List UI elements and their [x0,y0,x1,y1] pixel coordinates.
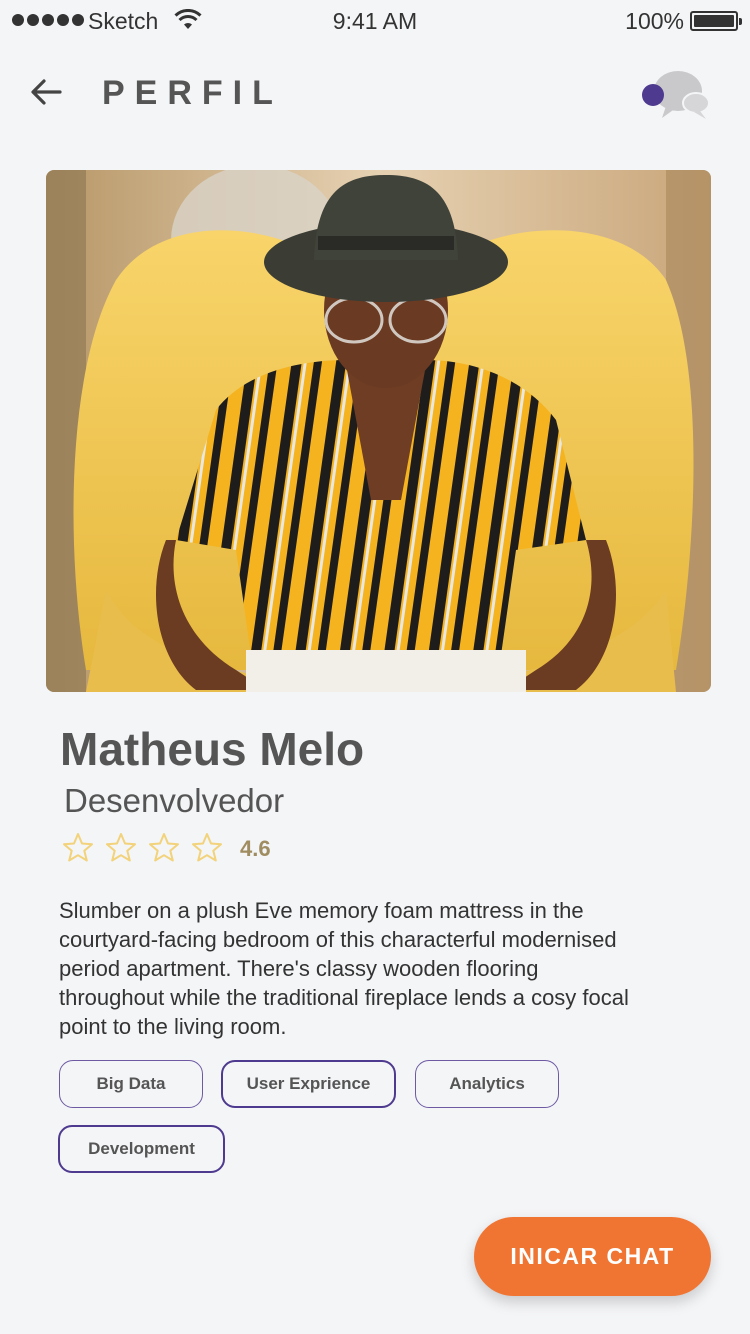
battery-percentage: 100% [625,8,684,34]
star-icon [149,833,179,862]
status-bar: Sketch 9:41 AM 100% [0,0,750,42]
tag-big-data[interactable]: Big Data [59,1060,203,1108]
start-chat-button[interactable]: INICAR CHAT [474,1217,711,1296]
tag-user-experience[interactable]: User Exprience [221,1060,396,1108]
profile-photo [46,170,711,692]
arrow-left-icon [31,79,62,105]
page-title: PERFIL [102,74,283,112]
star-icon [192,833,222,862]
profile-bio: Slumber on a plush Eve memory foam mattr… [59,898,629,1039]
profile-name: Matheus Melo [60,723,365,775]
profile-role: Desenvolvedor [64,782,285,819]
chat-button[interactable] [638,66,714,126]
profile-photo-illustration [46,170,711,692]
star-icon [106,833,136,862]
rating-value: 4.6 [240,836,271,861]
battery-icon [690,11,742,31]
rating: 4.6 [62,832,271,862]
tag-analytics[interactable]: Analytics [415,1060,559,1108]
notification-dot [642,84,664,106]
back-button[interactable] [24,70,68,114]
tag-development[interactable]: Development [58,1125,225,1173]
star-icon [63,833,93,862]
